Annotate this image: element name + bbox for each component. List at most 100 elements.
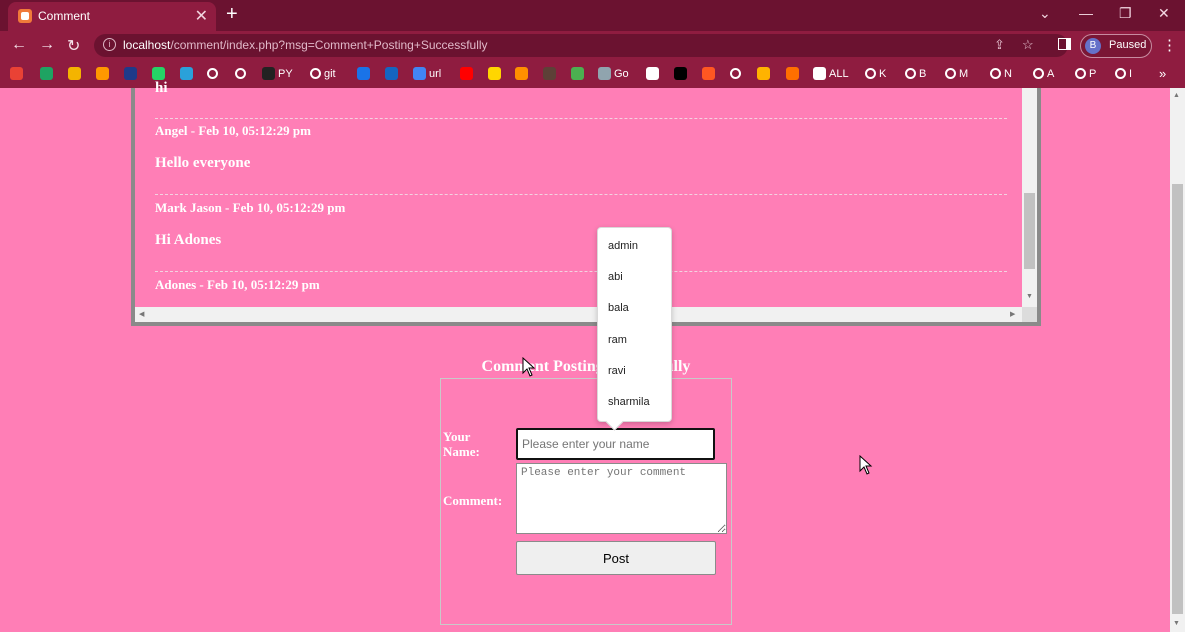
bookmark-favicon-icon <box>813 67 826 80</box>
bookmark-item[interactable]: P <box>1075 66 1096 81</box>
bookmark-star-icon[interactable]: ☆ <box>1022 37 1034 53</box>
comment-divider <box>155 118 1007 119</box>
comments-scroll-thumb[interactable] <box>1024 193 1035 269</box>
back-icon[interactable]: ← <box>11 36 27 54</box>
bookmark-item[interactable] <box>10 66 23 81</box>
bookmark-favicon-icon <box>674 67 687 80</box>
bookmark-label: git <box>324 67 336 80</box>
bookmark-item[interactable] <box>207 66 218 81</box>
bookmark-label: I <box>1129 67 1133 80</box>
comment-message: Hello everyone <box>155 155 251 171</box>
bookmark-item[interactable] <box>96 66 109 81</box>
bookmark-item[interactable]: B <box>905 66 926 81</box>
restore-icon[interactable]: ❐ <box>1119 5 1132 22</box>
bookmark-item[interactable]: I <box>1115 66 1132 81</box>
bookmark-favicon-icon <box>488 67 501 80</box>
bookmark-item[interactable] <box>786 66 799 81</box>
autocomplete-option[interactable]: bala <box>608 302 629 314</box>
name-input[interactable] <box>516 428 715 460</box>
scroll-left-arrow-icon[interactable]: ◀ <box>139 310 144 318</box>
page-vertical-scrollbar[interactable]: ▲ ▼ <box>1170 88 1185 632</box>
bookmark-item[interactable]: git <box>310 66 336 81</box>
bookmark-item[interactable] <box>460 66 473 81</box>
comments-vertical-scrollbar[interactable]: ▼ <box>1022 88 1037 307</box>
bookmark-item[interactable] <box>124 66 137 81</box>
comment-message: Hi Adones <box>155 232 222 248</box>
autocomplete-option[interactable]: sharmila <box>608 396 650 408</box>
bookmark-label: B <box>919 67 927 80</box>
bookmark-item[interactable] <box>646 66 659 81</box>
bookmark-item[interactable]: Go <box>598 66 629 81</box>
kebab-menu-icon[interactable]: ⋮ <box>1162 36 1177 54</box>
forward-icon[interactable]: → <box>39 36 55 54</box>
google-icon <box>730 68 741 79</box>
tab-close-icon[interactable]: ✕ <box>195 6 208 26</box>
new-tab-icon[interactable]: + <box>226 3 238 26</box>
bookmark-item[interactable] <box>543 66 556 81</box>
google-icon <box>1115 68 1126 79</box>
page-scroll-down-icon[interactable]: ▼ <box>1173 620 1180 627</box>
bookmarks-overflow-icon[interactable]: » <box>1159 66 1166 81</box>
autocomplete-option[interactable]: abi <box>608 271 623 283</box>
address-bar[interactable]: i localhost/comment/index.php?msg=Commen… <box>94 34 1068 57</box>
comments-panel: hi Angel - Feb 10, 05:12:29 pm Hello eve… <box>131 80 1041 326</box>
bookmark-favicon-icon <box>40 67 53 80</box>
name-label: Your Name: <box>443 429 480 459</box>
bookmark-item[interactable]: PY <box>262 66 293 81</box>
google-icon <box>865 68 876 79</box>
bookmark-item[interactable]: K <box>865 66 886 81</box>
bookmark-label: K <box>879 67 887 80</box>
tab-search-icon[interactable]: ⌄ <box>1039 5 1051 22</box>
xampp-favicon-icon <box>18 9 32 23</box>
bookmark-item[interactable]: ALL <box>813 66 849 81</box>
bookmark-item[interactable] <box>488 66 501 81</box>
page-scroll-up-icon[interactable]: ▲ <box>1173 92 1180 99</box>
bookmark-favicon-icon <box>413 67 426 80</box>
comment-meta: Angel - Feb 10, 05:12:29 pm <box>155 123 311 138</box>
bookmark-item[interactable]: N <box>990 66 1012 81</box>
bookmark-item[interactable] <box>40 66 53 81</box>
google-icon <box>207 68 218 79</box>
page-scroll-thumb[interactable] <box>1172 184 1183 614</box>
bookmark-item[interactable] <box>68 66 81 81</box>
bookmark-item[interactable] <box>180 66 193 81</box>
bookmark-item[interactable] <box>674 66 687 81</box>
comment-message: hi <box>155 80 168 96</box>
bookmark-item[interactable] <box>730 66 741 81</box>
minimize-icon[interactable]: — <box>1079 5 1093 21</box>
bookmark-item[interactable] <box>385 66 398 81</box>
bookmark-item[interactable] <box>515 66 528 81</box>
scroll-down-arrow-icon[interactable]: ▼ <box>1026 293 1033 300</box>
autocomplete-option[interactable]: admin <box>608 240 638 252</box>
tab-comment[interactable]: Comment ✕ <box>8 2 216 31</box>
window-close-icon[interactable]: ✕ <box>1158 5 1170 22</box>
comments-horizontal-scrollbar[interactable]: ◀ ▶ <box>135 307 1022 322</box>
autocomplete-option[interactable]: ram <box>608 334 627 346</box>
profile-button[interactable]: B Paused <box>1080 34 1152 58</box>
google-icon <box>905 68 916 79</box>
bookmark-item[interactable] <box>357 66 370 81</box>
bookmark-item[interactable] <box>571 66 584 81</box>
tab-title: Comment <box>38 9 91 23</box>
scroll-right-arrow-icon[interactable]: ▶ <box>1010 310 1015 318</box>
bookmark-favicon-icon <box>180 67 193 80</box>
bookmark-item[interactable] <box>235 66 246 81</box>
bookmark-item[interactable] <box>757 66 770 81</box>
bookmark-label: A <box>1047 67 1055 80</box>
bookmark-item[interactable] <box>702 66 715 81</box>
bookmark-label: N <box>1004 67 1012 80</box>
site-info-icon[interactable]: i <box>103 38 116 51</box>
reload-icon[interactable]: ↻ <box>67 36 80 56</box>
share-icon[interactable]: ⇪ <box>994 37 1005 53</box>
comment-textarea[interactable] <box>516 463 727 534</box>
side-panel-icon[interactable] <box>1058 38 1071 50</box>
bookmark-item[interactable]: url <box>413 66 441 81</box>
post-button[interactable]: Post <box>516 541 716 575</box>
bookmark-item[interactable]: M <box>945 66 968 81</box>
bookmark-item[interactable] <box>152 66 165 81</box>
bookmark-item[interactable]: A <box>1033 66 1054 81</box>
comment-meta: Adones - Feb 10, 05:12:29 pm <box>155 277 320 292</box>
autocomplete-option[interactable]: ravi <box>608 365 626 377</box>
bookmark-label: Go <box>614 67 629 80</box>
comment-divider <box>155 194 1007 195</box>
